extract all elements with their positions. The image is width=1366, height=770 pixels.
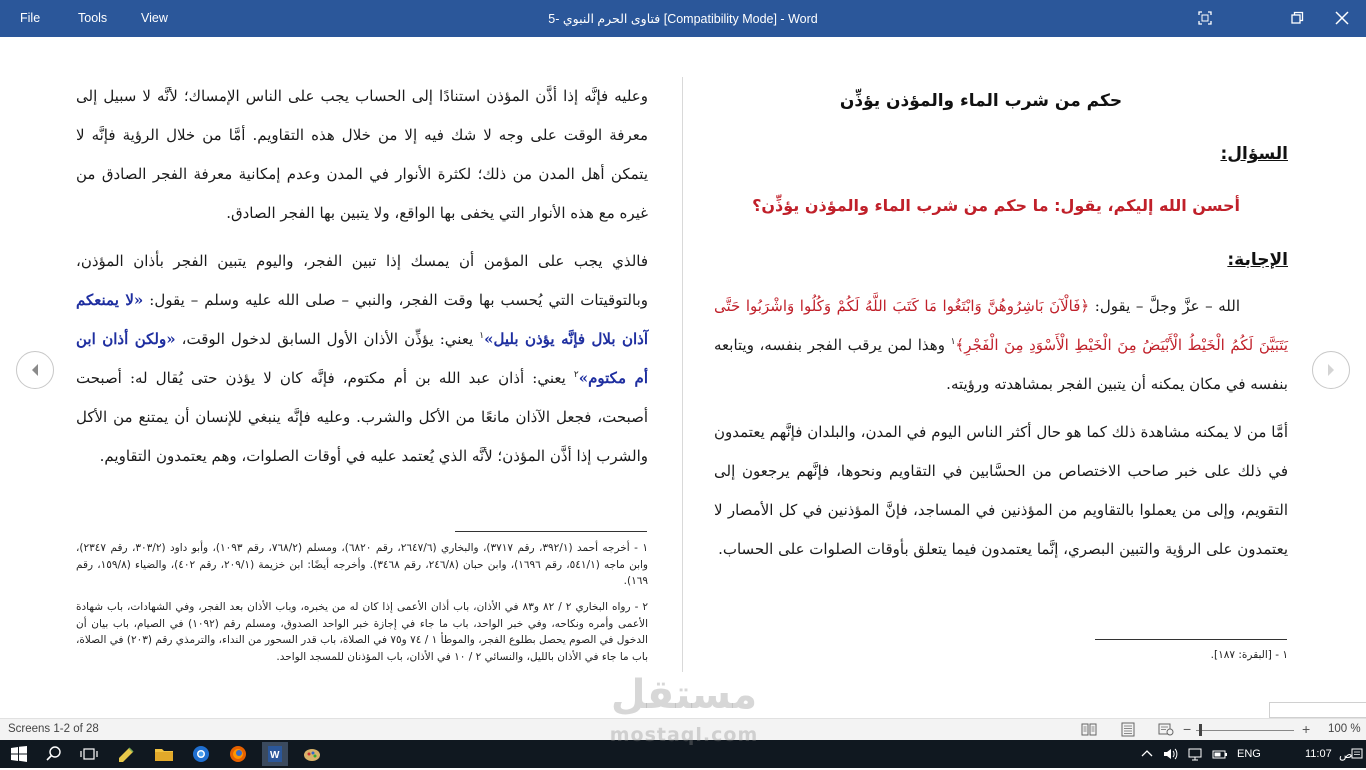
left-page: وعليه فإنَّه إذا أذَّن المؤذن استنادًا إ… [76,77,648,476]
question-label: السؤال: [1220,144,1288,164]
previous-screen-button[interactable] [16,351,54,389]
paint-app-icon[interactable] [301,744,323,764]
left-footnote-1: ١ - أخرجه أحمد (٣٩٢/١، رقم ٣٧١٧)، والبخا… [76,542,648,587]
window-title-text: فتاوى الحرم النبوي -5 [Compatibility Mod… [548,12,818,26]
status-bar: Screens 1-2 of 28 − + 100 % [0,718,1366,741]
footnote-separator-right [1095,639,1287,640]
page-title: حكم من شرب الماء والمؤذن يؤذِّن [839,91,1123,111]
left-paragraph-2-part-c: يعني: أذان عبد الله بن أم مكتوم، فإنَّه … [76,369,648,465]
screen-count: Screens 1-2 of 28 [8,723,99,735]
footnote-separator-left [455,531,647,532]
right-paragraph-1-part-a: الله – عزَّ وجلَّ – يقول: [1089,297,1240,315]
read-mode-icon[interactable] [1081,722,1097,737]
clock-time[interactable]: 11:07 [1305,748,1332,760]
left-footnote-2: ٢ - رواه البخاري ٢ / ٨٢ و٨٣ في الأذان، ب… [76,601,649,663]
file-explorer-icon[interactable] [153,744,175,764]
search-icon[interactable] [44,744,66,764]
zoom-out-button[interactable]: − [1183,721,1191,737]
left-paragraph-2-part-a: فالذي يجب على المؤمن أن يمسك إذا تبين ال… [76,252,648,309]
answer-label: الإجابة: [1227,250,1288,270]
title-bar: File Tools View فتاوى الحرم النبوي -5 [C… [0,0,1366,37]
right-paragraph-1: الله – عزَّ وجلَّ – يقول: ﴿فَالْآنَ بَاش… [714,287,1288,404]
zoom-slider[interactable] [1196,730,1294,731]
focus-mode-icon[interactable] [1193,6,1217,30]
right-heading-row: حكم من شرب الماء والمؤذن يؤذِّن [714,77,1288,127]
notification-icon[interactable] [1350,744,1364,764]
question-row: أحسن الله إليكم، يقول: ما حكم من شرب الم… [714,181,1288,233]
web-layout-icon[interactable] [1158,722,1174,737]
question-text: أحسن الله إليكم، يقول: ما حكم من شرب الم… [752,196,1240,215]
zoom-level[interactable]: 100 % [1328,723,1361,735]
horizontal-scroll-box[interactable] [1269,702,1366,718]
language-indicator[interactable]: ENG [1237,748,1261,760]
network-icon[interactable] [1186,744,1208,764]
zoom-in-button[interactable]: + [1302,721,1310,737]
answer-label-row: الإجابة: [714,233,1288,279]
zoom-slider-thumb[interactable] [1199,724,1202,736]
window-title: فتاوى الحرم النبوي -5 [Compatibility Mod… [0,11,1366,26]
word-taskbar-icon[interactable]: W [262,742,288,766]
right-footnote-1: ١ - [البقرة: ١٨٧]. [1210,649,1288,661]
browser-icon-1[interactable] [190,744,212,764]
firefox-icon[interactable] [227,744,249,764]
chevron-left-icon [32,364,38,376]
volume-icon[interactable] [1161,744,1183,764]
column-divider [682,77,683,672]
notes-app-icon[interactable] [116,744,138,764]
taskbar: W ENG 11:07 ص [0,740,1366,768]
left-paragraph-1: وعليه فإنَّه إذا أذَّن المؤذن استنادًا إ… [76,87,648,222]
right-page: حكم من شرب الماء والمؤذن يؤذِّن السؤال: … [714,77,1288,569]
close-icon[interactable] [1330,6,1354,30]
left-paragraph-2: فالذي يجب على المؤمن أن يمسك إذا تبين ال… [76,242,648,476]
print-layout-icon[interactable] [1120,722,1136,737]
chevron-right-icon [1328,364,1334,376]
right-paragraph-2: أمَّا من لا يمكنه مشاهدة ذلك كما هو حال … [714,423,1288,558]
task-view-icon[interactable] [79,744,101,764]
question-label-row: السؤال: [714,127,1288,181]
svg-text:W: W [270,750,280,761]
reading-area: وعليه فإنَّه إذا أذَّن المؤذن استنادًا إ… [0,37,1366,701]
next-screen-button[interactable] [1312,351,1350,389]
battery-icon[interactable] [1211,744,1233,764]
chevron-up-icon[interactable] [1139,744,1161,764]
restore-icon[interactable] [1285,6,1309,30]
left-paragraph-2-part-b: يعني: يؤذِّن الأذان الأول السابق لدخول ا… [175,330,480,348]
windows-start-icon[interactable] [9,744,31,764]
